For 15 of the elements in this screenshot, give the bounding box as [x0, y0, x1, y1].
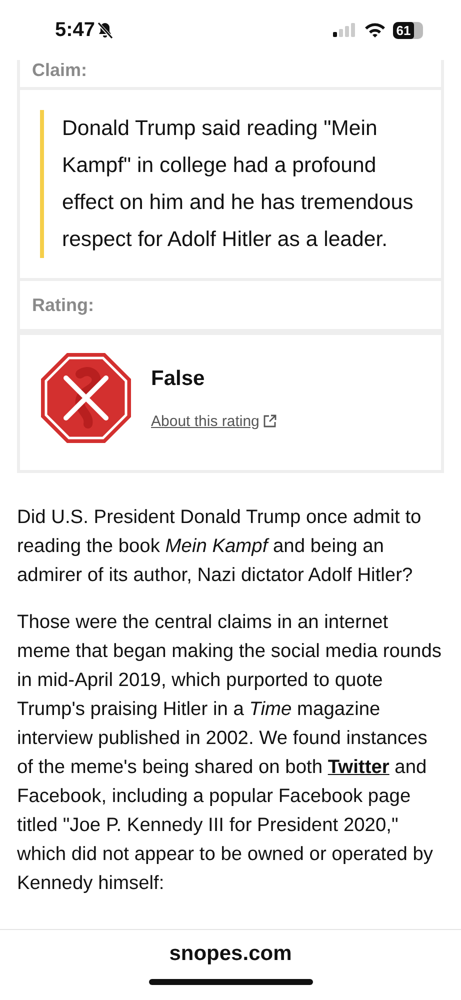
- rating-verdict: False: [151, 366, 206, 390]
- claim-label: Claim:: [32, 60, 88, 80]
- home-indicator[interactable]: [148, 979, 312, 985]
- status-time: 5:47: [55, 18, 96, 42]
- battery-icon: 61: [393, 22, 423, 38]
- about-rating-link[interactable]: About this rating: [151, 412, 278, 430]
- external-link-icon: [263, 414, 278, 428]
- rating-label: Rating:: [32, 295, 94, 315]
- article-paragraph: Those were the central claims in an internet meme that began making the social media rounds in mid-April 2019, which purported to quote Trump's praising Hitler in a Time magazine interview published in 2002. We found instances of the meme's being shared on both Twitter and Facebook, including a popular Facebook page titled "Joe P. Kennedy III for President 2020," which did not appear to be owned or operated by Kennedy himself:: [17, 611, 442, 896]
- wifi-icon: [364, 22, 386, 38]
- claim-quote: Donald Trump said reading "Mein Kampf" in college had a profound effect on him and he has tremendous respect for Adolf Hitler as a leader.: [40, 110, 421, 258]
- twitter-link[interactable]: Twitter: [328, 757, 390, 778]
- domain-text: snopes.com: [169, 942, 292, 966]
- signal-icon: [333, 23, 357, 37]
- article-paragraph: Did U.S. President Donald Trump once admit to reading the book Mein Kampf and being an admirer of its author, Nazi dictator Adolf Hitler?: [17, 506, 422, 588]
